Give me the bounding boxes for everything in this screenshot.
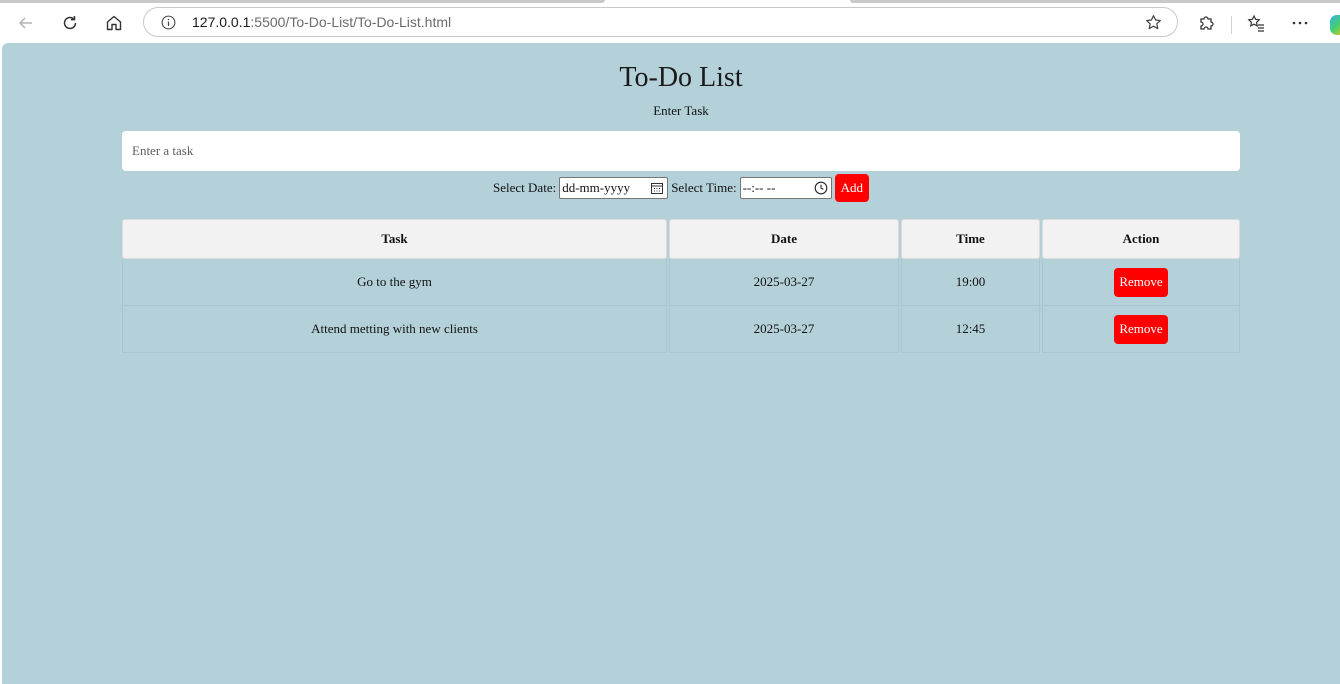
address-bar[interactable]: 127.0.0.1:5500/To-Do-List/To-Do-List.htm… (143, 7, 1178, 37)
date-cell: 2025-03-27 (669, 306, 899, 353)
favorites-list-icon (1247, 14, 1264, 32)
back-button[interactable] (10, 7, 42, 39)
favorites-button[interactable] (1240, 7, 1272, 39)
home-button[interactable] (98, 7, 130, 39)
home-icon (106, 15, 122, 31)
url-text: 127.0.0.1:5500/To-Do-List/To-Do-List.htm… (192, 14, 451, 30)
select-date-label: Select Date: (493, 179, 557, 195)
task-input[interactable] (122, 131, 1240, 171)
back-arrow-icon (18, 17, 32, 29)
table-row: Attend metting with new clients 2025-03-… (122, 306, 1240, 353)
site-info-icon[interactable] (160, 14, 177, 31)
time-input[interactable]: --:-- -- (739, 176, 832, 199)
table-header-row: Task Date Time Action (122, 219, 1240, 259)
more-menu-button[interactable] (1284, 7, 1316, 39)
toolbar-divider (1231, 16, 1232, 34)
favorite-star-icon[interactable] (1144, 13, 1163, 32)
date-time-controls: Select Date: dd-mm-yyyy Select Time: --:… (2, 173, 1340, 202)
url-host: 127.0.0.1 (192, 14, 251, 30)
copilot-icon[interactable] (1330, 15, 1340, 35)
time-cell: 12:45 (901, 306, 1040, 353)
action-cell: Remove (1042, 259, 1240, 306)
add-button[interactable]: Add (834, 173, 869, 202)
date-cell: 2025-03-27 (669, 259, 899, 306)
time-cell: 19:00 (901, 259, 1040, 306)
header-date: Date (669, 219, 899, 259)
action-cell: Remove (1042, 306, 1240, 353)
task-cell: Attend metting with new clients (122, 306, 667, 353)
reload-icon (63, 16, 77, 30)
browser-toolbar: 127.0.0.1:5500/To-Do-List/To-Do-List.htm… (0, 3, 1340, 43)
date-input-value: dd-mm-yyyy (562, 179, 631, 195)
enter-task-label: Enter Task (653, 103, 709, 118)
reload-button[interactable] (54, 7, 86, 39)
clock-icon[interactable] (814, 181, 828, 195)
page-title: To-Do List (619, 62, 743, 93)
calendar-icon[interactable] (650, 181, 664, 195)
task-cell: Go to the gym (122, 259, 667, 306)
select-time-label: Select Time: (671, 179, 737, 195)
task-table: Task Date Time Action Go to the gym 2025… (120, 219, 1242, 353)
time-input-value: --:-- -- (742, 179, 776, 195)
header-task: Task (122, 219, 667, 259)
header-time: Time (901, 219, 1040, 259)
more-dots-icon (1292, 21, 1308, 25)
remove-button[interactable]: Remove (1114, 267, 1168, 297)
url-path: :5500/To-Do-List/To-Do-List.html (250, 14, 452, 30)
table-row: Go to the gym 2025-03-27 19:00 Remove (122, 259, 1240, 306)
extensions-button[interactable] (1191, 7, 1223, 39)
puzzle-icon (1200, 16, 1214, 30)
header-action: Action (1042, 219, 1240, 259)
date-input[interactable]: dd-mm-yyyy (559, 176, 669, 199)
remove-button[interactable]: Remove (1114, 314, 1168, 344)
page-viewport: To-Do List Enter Task Select Date: dd-mm… (2, 43, 1340, 684)
